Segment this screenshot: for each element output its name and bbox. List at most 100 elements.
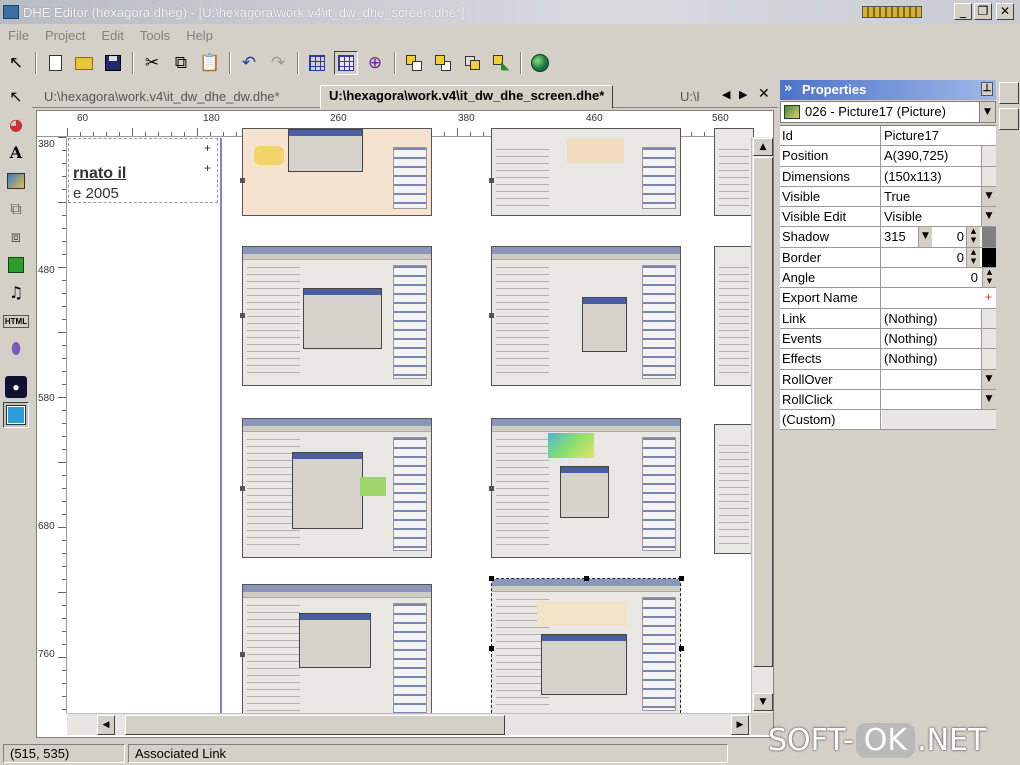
resize-handle[interactable]: [489, 576, 494, 581]
menu-tools[interactable]: Tools: [132, 28, 178, 43]
rollover-tool[interactable]: ●: [3, 374, 29, 400]
prop-value[interactable]: [882, 370, 996, 389]
prop-edit-button[interactable]: [981, 146, 996, 166]
chevron-down-icon[interactable]: ▼: [981, 186, 996, 207]
selected-picture[interactable]: [491, 578, 681, 718]
page-canvas[interactable]: + + rnato il e 2005: [68, 128, 754, 724]
minimize-button[interactable]: _: [954, 3, 972, 20]
resize-handle[interactable]: [240, 486, 245, 491]
image-tool[interactable]: ⧈: [3, 224, 29, 250]
prop-value[interactable]: 0: [882, 248, 964, 267]
pin-icon[interactable]: ⊥: [981, 82, 993, 96]
cut-button[interactable]: ✂: [140, 51, 164, 75]
copy-button[interactable]: ⧉: [169, 51, 193, 75]
flash-tool[interactable]: [3, 252, 29, 278]
scroll-up-icon[interactable]: ▲: [753, 138, 773, 156]
horizontal-scroll-thumb[interactable]: [125, 715, 505, 735]
html-tool[interactable]: HTML: [2, 308, 30, 334]
tab-it-dw-dhe-screen[interactable]: U:\hexagora\work.v4\it_dw_dhe_screen.dhe…: [320, 85, 614, 109]
picture-thumbnail[interactable]: [491, 246, 681, 386]
bring-front-button[interactable]: [402, 51, 426, 75]
resize-handle[interactable]: [489, 178, 494, 183]
picture-thumbnail[interactable]: [714, 246, 754, 386]
zoom-button[interactable]: ⊕: [363, 51, 387, 75]
dock-properties-button[interactable]: [999, 82, 1019, 104]
grid-button[interactable]: [305, 51, 329, 75]
shadow-color-swatch[interactable]: [982, 227, 996, 247]
paste-button[interactable]: 📋: [198, 51, 222, 75]
snap-grid-button[interactable]: [334, 51, 358, 75]
tab-scroll-left-icon[interactable]: ◀: [722, 88, 730, 101]
chevron-down-icon[interactable]: ▼: [979, 102, 995, 122]
resize-handle[interactable]: [584, 576, 589, 581]
text-box[interactable]: + + rnato il e 2005: [68, 138, 218, 203]
plus-icon[interactable]: +: [981, 288, 996, 307]
shape-tool[interactable]: ◕: [3, 112, 29, 138]
horizontal-scrollbar[interactable]: ◀ ▶: [67, 713, 751, 735]
picture-thumbnail[interactable]: [242, 128, 432, 216]
prop-value[interactable]: [882, 390, 996, 409]
undo-button[interactable]: ↶: [237, 51, 261, 75]
close-tab-icon[interactable]: ✕: [758, 86, 770, 102]
picture-thumbnail[interactable]: [714, 424, 754, 554]
picture-thumbnail[interactable]: [491, 128, 681, 216]
send-back-button[interactable]: [431, 51, 455, 75]
resize-handle[interactable]: [679, 646, 684, 651]
menu-file[interactable]: File: [0, 28, 37, 43]
color-tool[interactable]: [3, 402, 29, 428]
prop-value[interactable]: (Nothing): [882, 329, 996, 348]
menu-project[interactable]: Project: [37, 28, 93, 43]
send-backward-button[interactable]: ◣: [489, 51, 513, 75]
prop-value[interactable]: (Nothing): [882, 349, 996, 368]
resize-handle[interactable]: [240, 652, 245, 657]
shadow-angle-value[interactable]: 315: [882, 227, 920, 246]
resize-handle[interactable]: [489, 486, 494, 491]
spin-up-down-icon[interactable]: ▲ ▼: [982, 268, 996, 288]
scroll-right-icon[interactable]: ▶: [731, 715, 749, 735]
save-button[interactable]: [101, 51, 125, 75]
prop-value[interactable]: Visible: [882, 207, 996, 226]
text-tool[interactable]: A: [3, 140, 29, 166]
bring-forward-button[interactable]: [460, 51, 484, 75]
picture-thumbnail[interactable]: [491, 418, 681, 558]
prop-value[interactable]: [882, 288, 996, 307]
picture-tool[interactable]: [3, 168, 29, 194]
tab-scroll-right-icon[interactable]: ▶: [739, 88, 747, 101]
close-button[interactable]: ✕: [996, 3, 1014, 20]
resize-handle[interactable]: [679, 576, 684, 581]
open-button[interactable]: [72, 51, 96, 75]
redo-button[interactable]: ↷: [266, 51, 290, 75]
chevron-down-icon[interactable]: ▼: [981, 369, 996, 389]
prop-value[interactable]: (Nothing): [882, 309, 996, 328]
vertical-scroll-thumb[interactable]: [753, 157, 773, 667]
sound-tool[interactable]: ♫: [3, 280, 29, 306]
spin-up-down-icon[interactable]: ▲ ▼: [966, 247, 980, 268]
prop-edit-button[interactable]: [981, 166, 996, 186]
spin-up-down-icon[interactable]: ▲ ▼: [966, 227, 980, 247]
tab-third[interactable]: U:\l: [672, 87, 708, 108]
picture-thumbnail[interactable]: [242, 418, 432, 558]
object-selector[interactable]: 026 - Picture17 (Picture) ▼: [780, 101, 996, 123]
chevron-down-icon[interactable]: ▼: [981, 207, 996, 227]
prop-value[interactable]: (150x113): [882, 167, 996, 186]
prop-value[interactable]: Picture17: [882, 126, 996, 145]
border-color-swatch[interactable]: [982, 247, 996, 268]
object-tool[interactable]: ⬮: [3, 336, 29, 362]
restore-button[interactable]: ❐: [974, 3, 992, 20]
resize-handle[interactable]: [240, 178, 245, 183]
pointer-tool-button[interactable]: ↖: [4, 51, 28, 75]
chevron-double-right-icon[interactable]: »: [784, 81, 792, 96]
resize-handle[interactable]: [489, 313, 494, 318]
prop-value[interactable]: True: [882, 187, 996, 206]
picture-thumbnail[interactable]: [242, 246, 432, 386]
select-tool[interactable]: ↖: [3, 84, 29, 110]
new-button[interactable]: [43, 51, 67, 75]
resize-handle[interactable]: [240, 313, 245, 318]
scroll-down-icon[interactable]: ▼: [753, 693, 773, 711]
shadow-distance-value[interactable]: 0: [934, 227, 964, 246]
dock-objects-button[interactable]: [999, 108, 1019, 130]
resize-handle[interactable]: [489, 646, 494, 651]
menu-help[interactable]: Help: [178, 28, 221, 43]
scroll-left-icon[interactable]: ◀: [97, 715, 115, 735]
frame-tool[interactable]: ⧉: [3, 196, 29, 222]
